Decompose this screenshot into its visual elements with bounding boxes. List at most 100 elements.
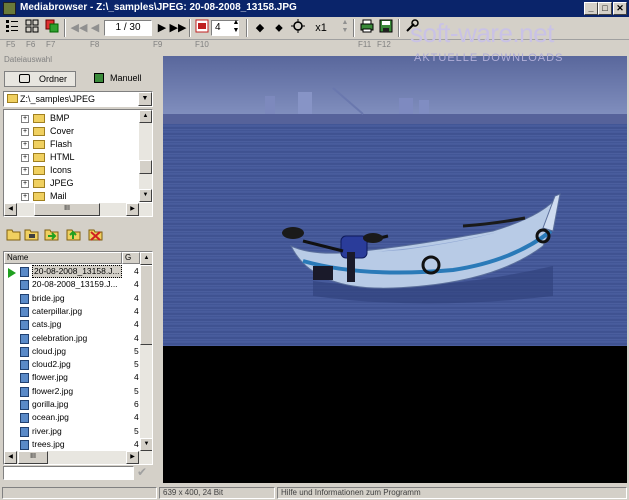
fkey-label: F9 <box>153 40 163 49</box>
grid-view-icon[interactable] <box>23 19 41 37</box>
scroll-thumb[interactable]: III <box>34 203 100 216</box>
file-row[interactable]: river.jpg 5 <box>4 425 140 438</box>
file-list[interactable]: Name G 20-08-2008_13158.J... 4 20-08-2008_… <box>3 251 153 465</box>
maximize-button[interactable]: □ <box>598 2 612 15</box>
file-row[interactable]: 20-08-2008_13159.J... 4 <box>4 278 140 291</box>
image-viewer[interactable] <box>163 56 627 483</box>
folder-icon <box>33 127 45 136</box>
scroll-right-icon[interactable]: ▶ <box>126 451 139 464</box>
scroll-thumb[interactable] <box>139 160 152 174</box>
scroll-up-icon[interactable]: ▲ <box>140 252 152 265</box>
prev-icon[interactable]: ◀ <box>86 19 104 37</box>
file-row[interactable]: 20-08-2008_13158.J... 4 <box>4 265 140 278</box>
scroll-thumb[interactable]: III <box>18 451 48 464</box>
path-dropdown[interactable]: Z:\_samples\JPEG ▼ <box>3 91 153 107</box>
copy-folder-icon[interactable] <box>66 227 81 241</box>
file-size: 5 <box>134 425 139 436</box>
folder-icon[interactable] <box>6 227 21 241</box>
spin-icon[interactable]: ▲ ▼ <box>231 19 241 37</box>
window-title: Mediabrowser - Z:\_samples\JPEG: 20-08-2… <box>20 2 297 13</box>
scroll-left-icon[interactable]: ◀ <box>4 203 17 216</box>
file-name: cloud.jpg <box>32 345 67 356</box>
file-row[interactable]: gorilla.jpg 6 <box>4 398 140 411</box>
image-file-icon <box>20 400 29 410</box>
delete-icon[interactable] <box>88 227 103 241</box>
file-list-horizontal-scrollbar[interactable]: ◀ III ▶ <box>4 451 152 464</box>
tree-view-icon[interactable] <box>3 19 21 37</box>
folder-tree[interactable]: + BMP + Cover + Flash + HTML + Icons + JPEG + M… <box>3 109 153 217</box>
file-size: 4 <box>134 305 139 316</box>
image-file-icon <box>20 426 29 437</box>
scroll-down-icon[interactable]: ▼ <box>139 189 152 202</box>
file-row[interactable]: flower2.jpg 5 <box>4 385 140 398</box>
image-file-icon <box>20 293 29 304</box>
close-button[interactable]: ✕ <box>613 2 627 15</box>
fkey-label: F8 <box>90 40 100 49</box>
file-name: 20-08-2008_13159.J... <box>32 279 118 290</box>
photo-image <box>163 56 627 346</box>
file-name: trees.jpg <box>32 438 65 449</box>
folder-icon <box>33 179 45 188</box>
check-icon[interactable]: ✔ <box>137 465 147 479</box>
diamond-left-icon[interactable]: ◆ <box>251 19 269 37</box>
file-row[interactable]: celebration.jpg 4 <box>4 332 140 345</box>
folder-icon <box>33 166 45 175</box>
scroll-right-icon[interactable]: ▶ <box>126 203 139 216</box>
fkey-label: F7 <box>46 40 56 49</box>
image-file-icon <box>20 346 29 357</box>
file-row[interactable]: ocean.jpg 4 <box>4 411 140 424</box>
scroll-thumb[interactable] <box>140 265 152 345</box>
scroll-left-icon[interactable]: ◀ <box>4 451 17 464</box>
zoom-label: x1 <box>315 22 327 34</box>
scroll-down-icon[interactable]: ▼ <box>140 438 152 451</box>
file-name: ocean.jpg <box>32 412 69 423</box>
save-icon[interactable] <box>377 19 395 37</box>
file-row[interactable]: cats.jpg 4 <box>4 318 140 331</box>
slideshow-icon[interactable] <box>193 19 211 37</box>
tab-folder[interactable]: Ordner <box>4 71 76 87</box>
column-header-size[interactable]: G <box>122 252 140 264</box>
scroll-up-icon[interactable]: ▲ <box>139 110 152 123</box>
fkey-label: F12 <box>377 40 391 49</box>
image-counter: 1 / 30 <box>104 20 152 36</box>
diamond-up-icon[interactable]: ⬥ <box>270 19 288 37</box>
tab-manual[interactable]: Manuell <box>88 71 154 87</box>
image-file-icon <box>20 413 29 424</box>
file-list-vertical-scrollbar[interactable]: ▲ ▼ <box>140 252 152 452</box>
file-size: 5 <box>134 345 139 356</box>
folder-icon <box>33 140 45 149</box>
crosshair-icon[interactable] <box>289 19 307 37</box>
file-row[interactable]: cloud.jpg 5 <box>4 345 140 358</box>
image-file-icon <box>20 333 29 344</box>
file-row[interactable]: cloud2.jpg 5 <box>4 358 140 371</box>
file-size: 4 <box>134 412 139 423</box>
file-name: flower2.jpg <box>32 385 74 396</box>
image-file-icon <box>20 360 29 371</box>
file-row[interactable]: bride.jpg 4 <box>4 292 140 305</box>
path-value: Z:\_samples\JPEG <box>20 94 96 104</box>
status-cell-empty <box>2 487 157 499</box>
file-size: 4 <box>134 319 139 330</box>
file-row[interactable]: trees.jpg 4 <box>4 438 140 451</box>
manual-icon <box>94 73 104 83</box>
file-size: 5 <box>134 385 139 396</box>
tree-horizontal-scrollbar[interactable]: ◀ III ▶ <box>4 203 152 216</box>
fkey-label: F11 <box>358 40 372 49</box>
zoom-spin-icon[interactable]: ▲ ▼ <box>336 19 354 37</box>
file-size: 5 <box>134 359 139 370</box>
file-row[interactable]: caterpillar.jpg 4 <box>4 305 140 318</box>
chevron-down-icon[interactable]: ▼ <box>138 92 152 106</box>
toolbar-separator <box>189 19 191 37</box>
minimize-button[interactable]: _ <box>584 2 598 15</box>
tree-vertical-scrollbar[interactable]: ▲ ▼ <box>139 110 152 202</box>
file-row[interactable]: flower.jpg 4 <box>4 371 140 384</box>
copy-icon[interactable] <box>43 19 61 37</box>
print-icon[interactable] <box>358 19 376 37</box>
column-header-name[interactable]: Name <box>4 252 122 264</box>
filename-input[interactable] <box>3 466 134 480</box>
open-folder-icon[interactable] <box>24 227 39 241</box>
watermark-text: soft-ware.net <box>410 18 554 48</box>
move-folder-icon[interactable] <box>44 227 59 241</box>
last-icon[interactable]: ▶▶ <box>169 19 187 37</box>
image-file-icon <box>20 386 29 397</box>
